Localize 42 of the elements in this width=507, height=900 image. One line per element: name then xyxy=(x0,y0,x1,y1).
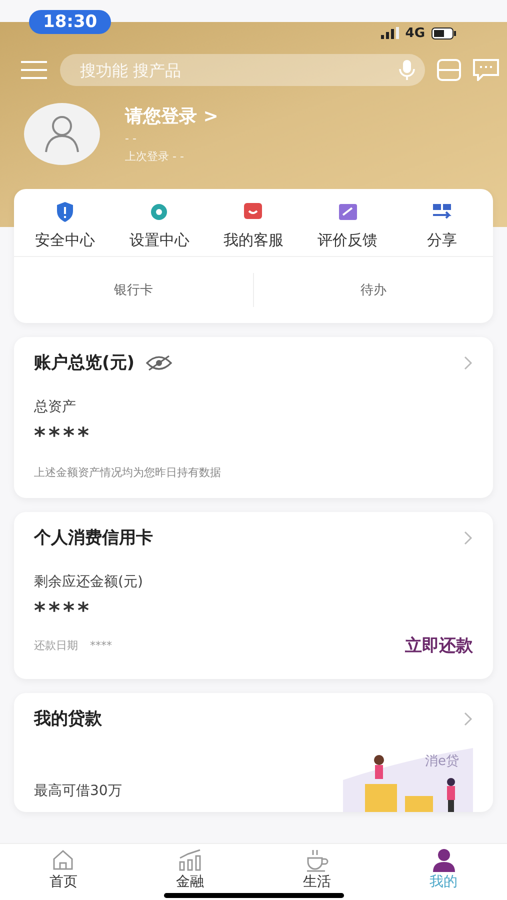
home-icon xyxy=(51,848,76,872)
quick-link[interactable]: 待办 xyxy=(254,280,493,300)
network-label: 4G xyxy=(405,26,425,40)
shortcut-button[interactable]: 我的客服 xyxy=(207,201,300,250)
tab[interactable]: 首页 xyxy=(0,844,127,900)
due-label: 还款日期 xyxy=(34,638,78,653)
shortcut-button[interactable]: 评价反馈 xyxy=(302,201,394,250)
chevron-icon[interactable] xyxy=(463,710,473,726)
quick-link[interactable]: 银行卡 xyxy=(14,280,253,300)
asset-value: **** xyxy=(34,424,94,449)
balance-label: 剩余应还金额(元) xyxy=(34,573,144,591)
avatar[interactable] xyxy=(23,102,101,166)
signal-icon xyxy=(381,27,400,39)
shortcut-button[interactable]: 设置中心 xyxy=(113,201,206,250)
repay-link[interactable]: 立即还款 xyxy=(405,634,473,657)
section-title: 账户总览(元) xyxy=(34,352,135,374)
menu-icon[interactable] xyxy=(20,60,48,80)
shortcut-button[interactable]: 安全中心 xyxy=(19,201,112,250)
section-title: 我的贷款 xyxy=(34,708,102,730)
message-icon[interactable] xyxy=(473,59,499,81)
status-time: 18:30 xyxy=(29,10,112,34)
asset-label: 总资产 xyxy=(34,398,77,416)
battery-icon xyxy=(431,26,457,40)
balance-value: **** xyxy=(34,599,94,624)
due-value: **** xyxy=(90,639,112,652)
scan-icon[interactable] xyxy=(437,59,461,81)
tab[interactable]: 金融 xyxy=(126,844,254,900)
chevron-icon[interactable] xyxy=(463,530,473,546)
eye-hidden-icon[interactable] xyxy=(144,354,173,372)
last-login-text: 上次登录 - - xyxy=(125,149,185,164)
asset-note: 上述金额资产情况均为您昨日持有数据 xyxy=(34,465,222,480)
tab[interactable]: 生活 xyxy=(254,844,380,900)
person-icon xyxy=(432,848,456,872)
section-title: 个人消费信用卡 xyxy=(34,527,153,549)
microphone-icon[interactable] xyxy=(399,59,415,81)
chart-icon xyxy=(177,848,204,872)
edit-icon xyxy=(336,201,359,223)
shortcut-button[interactable]: 分享 xyxy=(396,201,488,250)
loan-limit-text: 最高可借30万 xyxy=(34,782,122,800)
chevron-icon[interactable] xyxy=(463,354,473,370)
banner-text: 消e贷 xyxy=(425,753,459,770)
user-id: - - xyxy=(125,132,138,145)
